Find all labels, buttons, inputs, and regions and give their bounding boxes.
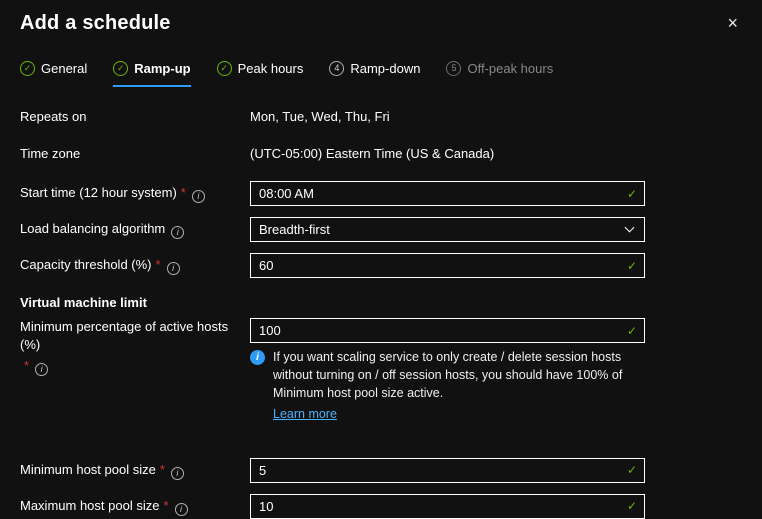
required-asterisk: * — [181, 185, 186, 200]
tab-ramp-down[interactable]: 4 Ramp-down — [329, 61, 420, 87]
valid-check-icon: ✓ — [627, 499, 637, 513]
field-time-zone: Time zone (UTC-05:00) Eastern Time (US &… — [20, 144, 742, 164]
tab-label: Ramp-down — [350, 61, 420, 76]
start-time-label: Start time (12 hour system) — [20, 185, 177, 200]
selected-option: Breadth-first — [259, 222, 330, 237]
field-repeats-on: Repeats on Mon, Tue, Wed, Thu, Fri — [20, 107, 742, 127]
tab-label: Ramp-up — [134, 61, 190, 76]
info-filled-icon: i — [250, 350, 265, 365]
time-zone-value: (UTC-05:00) Eastern Time (US & Canada) — [250, 144, 645, 164]
min-active-hosts-label: Minimum percentage of active hosts (%) — [20, 319, 228, 352]
info-icon[interactable]: i — [175, 503, 188, 516]
field-capacity-threshold: Capacity threshold (%) * i ✓ — [20, 253, 742, 278]
check-circle-icon: ✓ — [113, 61, 128, 76]
field-min-pool-size: Minimum host pool size * i ✓ — [20, 458, 742, 483]
load-balancing-label: Load balancing algorithm — [20, 221, 165, 236]
valid-check-icon: ✓ — [627, 324, 637, 338]
tab-label: Peak hours — [238, 61, 304, 76]
info-note-text: If you want scaling service to only crea… — [273, 350, 622, 400]
add-schedule-dialog: Add a schedule × ✓ General ✓ Ramp-up ✓ P… — [0, 0, 762, 498]
step-number-icon: 4 — [329, 61, 344, 76]
min-pool-size-input[interactable] — [250, 458, 645, 483]
chevron-down-icon — [625, 223, 635, 233]
max-pool-size-input[interactable] — [250, 494, 645, 519]
field-start-time: Start time (12 hour system) * i ✓ — [20, 181, 742, 206]
field-max-pool-size: Maximum host pool size * i ✓ — [20, 494, 742, 519]
info-icon[interactable]: i — [171, 226, 184, 239]
tab-off-peak-hours[interactable]: 5 Off-peak hours — [446, 61, 553, 87]
close-icon[interactable]: × — [723, 12, 742, 34]
valid-check-icon: ✓ — [627, 187, 637, 201]
max-pool-size-label: Maximum host pool size — [20, 498, 159, 513]
info-icon[interactable]: i — [171, 467, 184, 480]
tab-label: General — [41, 61, 87, 76]
min-pool-size-label: Minimum host pool size — [20, 462, 156, 477]
required-asterisk: * — [163, 498, 168, 513]
tab-ramp-up[interactable]: ✓ Ramp-up — [113, 61, 190, 87]
field-load-balancing: Load balancing algorithm i Breadth-first — [20, 217, 742, 242]
wizard-tabs: ✓ General ✓ Ramp-up ✓ Peak hours 4 Ramp-… — [0, 61, 762, 87]
schedule-form: Repeats on Mon, Tue, Wed, Thu, Fri Time … — [0, 107, 762, 519]
tab-label: Off-peak hours — [467, 61, 553, 76]
dialog-header: Add a schedule × — [0, 0, 762, 35]
tab-peak-hours[interactable]: ✓ Peak hours — [217, 61, 304, 87]
capacity-threshold-input[interactable] — [250, 253, 645, 278]
dialog-title: Add a schedule — [20, 12, 171, 35]
info-note: i If you want scaling service to only cr… — [250, 348, 645, 424]
info-icon[interactable]: i — [167, 262, 180, 275]
start-time-input[interactable] — [250, 181, 645, 206]
valid-check-icon: ✓ — [627, 259, 637, 273]
tab-general[interactable]: ✓ General — [20, 61, 87, 87]
repeats-on-value: Mon, Tue, Wed, Thu, Fri — [250, 107, 645, 127]
capacity-threshold-label: Capacity threshold (%) — [20, 257, 152, 272]
min-active-hosts-input[interactable] — [250, 318, 645, 343]
info-icon[interactable]: i — [35, 363, 48, 376]
step-number-icon: 5 — [446, 61, 461, 76]
field-min-active-hosts: Minimum percentage of active hosts (%) *… — [20, 318, 742, 447]
time-zone-label: Time zone — [20, 145, 250, 163]
info-icon[interactable]: i — [192, 190, 205, 203]
required-asterisk: * — [156, 257, 161, 272]
required-asterisk: * — [24, 358, 29, 373]
vm-limit-heading: Virtual machine limit — [20, 295, 742, 310]
check-circle-icon: ✓ — [217, 61, 232, 76]
valid-check-icon: ✓ — [627, 463, 637, 477]
check-circle-icon: ✓ — [20, 61, 35, 76]
learn-more-link[interactable]: Learn more — [273, 405, 337, 423]
required-asterisk: * — [160, 462, 165, 477]
repeats-on-label: Repeats on — [20, 108, 250, 126]
load-balancing-select[interactable]: Breadth-first — [250, 217, 645, 242]
